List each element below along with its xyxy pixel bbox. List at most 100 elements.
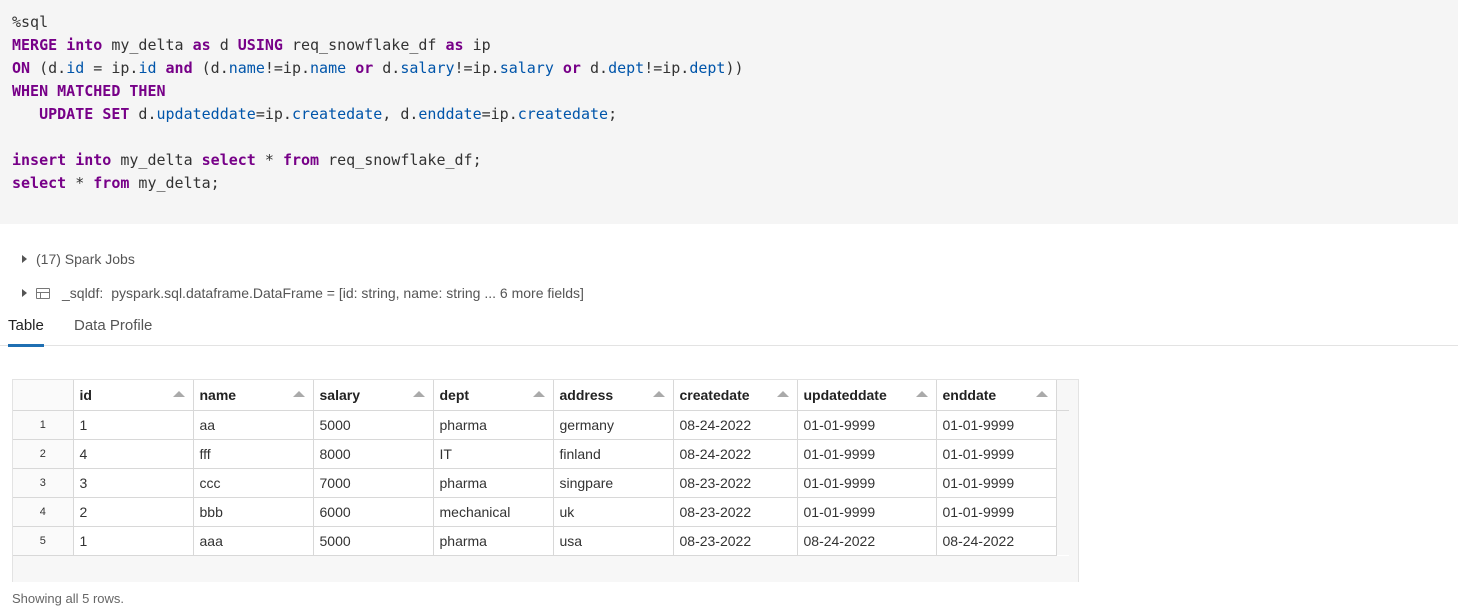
cell-dept[interactable]: pharma (433, 468, 554, 498)
sort-arrow-icon[interactable] (292, 391, 305, 397)
sql-identifier: createdate (517, 105, 609, 123)
cell-id[interactable]: 1 (73, 526, 194, 556)
table-row[interactable]: 2 4 fff 8000 IT finland 08-24-2022 01-01-9999 01… (13, 439, 1069, 469)
cell-updateddate[interactable]: 01-01-9999 (797, 468, 937, 498)
sql-code-editor[interactable]: %sql MERGE into my_delta as d USING req_… (12, 11, 744, 195)
cell-name[interactable]: aaa (193, 526, 314, 556)
expand-caret-icon[interactable] (22, 255, 27, 263)
cell-salary[interactable]: 5000 (313, 410, 434, 440)
sort-arrow-icon[interactable] (915, 391, 928, 397)
sort-arrow-icon[interactable] (1035, 391, 1048, 397)
sql-identifier: enddate (418, 105, 482, 123)
code-cell[interactable]: %sql MERGE into my_delta as d USING req_… (0, 0, 1458, 224)
cell-enddate[interactable]: 01-01-9999 (936, 439, 1057, 469)
sql-text: !=ip. (264, 59, 311, 77)
column-header-name[interactable]: name (193, 380, 314, 411)
cell-enddate[interactable]: 01-01-9999 (936, 410, 1057, 440)
table-row[interactable]: 1 1 aa 5000 pharma germany 08-24-2022 01-01-999… (13, 410, 1069, 440)
column-header-createdate[interactable]: createdate (673, 380, 798, 411)
cell-id[interactable]: 2 (73, 497, 194, 527)
column-header-updateddate[interactable]: updateddate (797, 380, 937, 411)
cell-name[interactable]: bbb (193, 497, 314, 527)
table-row[interactable]: 5 1 aaa 5000 pharma usa 08-23-2022 08-24-2022 08… (13, 526, 1069, 556)
cell-address[interactable]: usa (553, 526, 674, 556)
cell-enddate[interactable]: 01-01-9999 (936, 468, 1057, 498)
cell-name[interactable]: fff (193, 439, 314, 469)
cell-dept[interactable]: pharma (433, 410, 554, 440)
expand-caret-icon[interactable] (22, 289, 27, 297)
sql-keyword: USING (237, 36, 283, 54)
tab-data-profile[interactable]: Data Profile (74, 317, 152, 344)
cell-address[interactable]: uk (553, 497, 674, 527)
sql-keyword: WHEN (12, 82, 49, 100)
column-header-address[interactable]: address (553, 380, 674, 411)
sql-text: =ip. (255, 105, 292, 123)
cell-salary[interactable]: 5000 (313, 526, 434, 556)
sort-arrow-icon[interactable] (652, 391, 665, 397)
cell-name[interactable]: aa (193, 410, 314, 440)
cell-id[interactable]: 3 (73, 468, 194, 498)
spark-jobs-label: (17) Spark Jobs (36, 251, 135, 267)
cell-dept[interactable]: pharma (433, 526, 554, 556)
sort-arrow-icon[interactable] (172, 391, 185, 397)
table-row[interactable]: 4 2 bbb 6000 mechanical uk 08-23-2022 01-01-999… (13, 497, 1069, 527)
spark-jobs-toggle[interactable]: (17) Spark Jobs (22, 249, 135, 269)
cell-createdate[interactable]: 08-23-2022 (673, 497, 798, 527)
cell-updateddate[interactable]: 01-01-9999 (797, 497, 937, 527)
row-number-header (13, 380, 74, 411)
code-line: MERGE into my_delta as d USING req_snowf… (12, 36, 491, 54)
sort-arrow-icon[interactable] (776, 391, 789, 397)
cell-enddate[interactable]: 08-24-2022 (936, 526, 1057, 556)
column-header-label: id (79, 386, 92, 403)
cell-dept[interactable]: IT (433, 439, 554, 469)
header-filler (1056, 380, 1069, 411)
result-grid: id name salary dept address createdate updated… (12, 379, 1079, 582)
sql-keyword: or (355, 59, 374, 77)
cell-salary[interactable]: 8000 (313, 439, 434, 469)
cell-address[interactable]: singpare (553, 468, 674, 498)
column-header-dept[interactable]: dept (433, 380, 554, 411)
cell-enddate[interactable]: 01-01-9999 (936, 497, 1057, 527)
sql-keyword: SET (102, 105, 130, 123)
cell-createdate[interactable]: 08-23-2022 (673, 468, 798, 498)
column-header-salary[interactable]: salary (313, 380, 434, 411)
cell-address[interactable]: finland (553, 439, 674, 469)
tab-table[interactable]: Table (8, 317, 44, 347)
cell-salary[interactable]: 6000 (313, 497, 434, 527)
cell-salary[interactable]: 7000 (313, 468, 434, 498)
cell-dept[interactable]: mechanical (433, 497, 554, 527)
cell-name[interactable]: ccc (193, 468, 314, 498)
cell-createdate[interactable]: 08-23-2022 (673, 526, 798, 556)
sql-text: req_snowflake_df; (319, 151, 482, 169)
cell-updateddate[interactable]: 01-01-9999 (797, 410, 937, 440)
cell-createdate[interactable]: 08-24-2022 (673, 439, 798, 469)
cell-createdate[interactable]: 08-24-2022 (673, 410, 798, 440)
table-row[interactable]: 3 3 ccc 7000 pharma singpare 08-23-2022 01-01-9… (13, 468, 1069, 498)
sort-arrow-icon[interactable] (412, 391, 425, 397)
table-icon (36, 287, 50, 299)
sort-arrow-icon[interactable] (532, 391, 545, 397)
column-header-enddate[interactable]: enddate (936, 380, 1057, 411)
sql-text: d (210, 36, 238, 54)
dataframe-info[interactable]: _sqldf: pyspark.sql.dataframe.DataFrame … (22, 283, 584, 303)
row-filler (1056, 497, 1069, 526)
sql-keyword: ON (12, 59, 31, 77)
column-header-id[interactable]: id (73, 380, 194, 411)
row-number: 2 (13, 439, 74, 469)
cell-updateddate[interactable]: 01-01-9999 (797, 439, 937, 469)
sql-keyword: from (282, 151, 320, 169)
row-filler (1056, 468, 1069, 497)
cell-id[interactable]: 1 (73, 410, 194, 440)
sql-text: req_snowflake_df (282, 36, 446, 54)
sql-text: !=ip. (454, 59, 500, 77)
cell-id[interactable]: 4 (73, 439, 194, 469)
sql-identifier: name (310, 59, 347, 77)
sql-text: =ip. (481, 105, 518, 123)
cell-address[interactable]: germany (553, 410, 674, 440)
cell-updateddate[interactable]: 08-24-2022 (797, 526, 937, 556)
dataframe-schema: pyspark.sql.dataframe.DataFrame = [id: s… (111, 285, 584, 301)
